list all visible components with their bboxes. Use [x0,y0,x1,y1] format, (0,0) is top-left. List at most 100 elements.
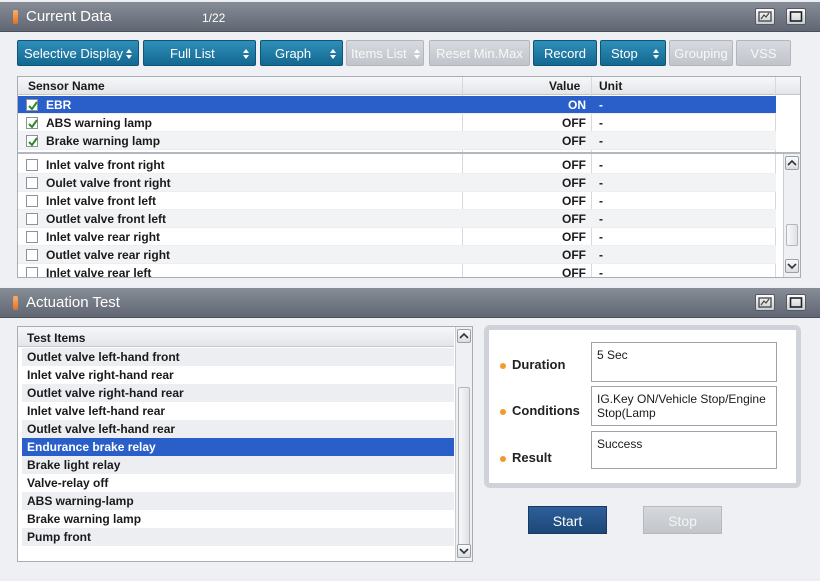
spinner-icon [243,49,249,59]
actuation-test-title: Actuation Test [26,294,120,311]
bullet-icon [500,455,506,462]
sensor-unit: - [599,116,603,130]
sensor-checkbox[interactable] [26,249,38,261]
actuation-detail-box: Duration 5 Sec Conditions IG.Key ON/Vehi… [484,325,801,488]
sensor-table: Sensor Name Value Unit EBR ON - ABS warn… [17,76,801,278]
scroll-thumb[interactable] [458,387,470,545]
test-item[interactable]: Pump front [22,528,454,546]
conditions-label: Conditions [500,403,580,418]
checkmark-icon [28,137,38,147]
value-column-header: Value [549,79,581,93]
start-button[interactable]: Start [528,506,607,534]
record-button[interactable]: Record [533,40,597,66]
actuation-test-titlebar: Actuation Test [0,288,820,318]
sensor-row[interactable]: Inlet valve front left OFF - [18,192,776,210]
duration-label: Duration [500,357,565,372]
sensor-name: Brake warning lamp [46,134,161,148]
sensor-value: OFF [562,248,586,262]
sensor-name: Outlet valve front left [46,212,167,226]
sensor-value: OFF [562,194,586,208]
sensor-value: OFF [562,266,586,278]
sensor-row[interactable]: Inlet valve front right OFF - [18,156,776,174]
sensor-table-scrollbar[interactable] [783,154,800,277]
sensor-unit: - [599,158,603,172]
sensor-unit: - [599,98,603,112]
reset-min-max-button[interactable]: Reset Min.Max [429,40,530,66]
current-data-titlebar: Current Data 1/22 [0,2,820,32]
sensor-name: Inlet valve rear left [46,266,152,278]
sensor-row[interactable]: Inlet valve rear left OFF - [18,264,776,278]
sensor-checkbox[interactable] [26,177,38,189]
test-item[interactable]: Brake warning lamp [22,510,454,528]
graph-button[interactable]: Graph [260,40,343,66]
test-item[interactable]: Brake light relay [22,456,454,474]
sensor-value: OFF [562,176,586,190]
scroll-down-icon[interactable] [785,259,799,273]
sensor-checkbox[interactable] [26,195,38,207]
sensor-row-brake-warning-lamp[interactable]: Brake warning lamp OFF - [18,132,776,150]
panel-maximize-icon[interactable] [786,294,806,311]
sensor-unit: - [599,176,603,190]
sensor-row[interactable]: Inlet valve rear right OFF - [18,228,776,246]
test-item[interactable]: ABS warning-lamp [22,492,454,510]
scroll-thumb[interactable] [786,224,798,246]
checkmark-icon [28,101,38,111]
sensor-unit: - [599,248,603,262]
sensor-name: Inlet valve front left [46,194,157,208]
selective-display-button[interactable]: Selective Display [17,40,139,66]
panel-maximize-icon[interactable] [786,8,806,25]
spinner-icon [330,49,336,59]
sensor-value: OFF [562,230,586,244]
checkmark-icon [28,119,38,129]
duration-field: 5 Sec [591,342,777,382]
test-item[interactable]: Inlet valve right-hand rear [22,366,454,384]
bullet-icon [500,362,506,369]
test-item[interactable]: Outlet valve left-hand rear [22,420,454,438]
panel-marker-icon [13,296,18,310]
sensor-checkbox[interactable] [26,135,38,147]
test-item[interactable]: Outlet valve left-hand front [22,348,454,366]
sensor-name: ABS warning lamp [46,116,153,130]
full-list-button[interactable]: Full List [143,40,256,66]
scroll-up-icon[interactable] [785,156,799,170]
items-list-button[interactable]: Items List [346,40,424,66]
test-item[interactable]: Valve-relay off [22,474,454,492]
sensor-checkbox[interactable] [26,159,38,171]
stop-button[interactable]: Stop [643,506,722,534]
test-item-selected[interactable]: Endurance brake relay [22,438,454,456]
sensor-row[interactable]: Outlet valve rear right OFF - [18,246,776,264]
panel-settings-icon[interactable] [755,8,775,25]
sensor-row[interactable]: Oulet valve front right OFF - [18,174,776,192]
sensor-value: OFF [562,116,586,130]
sensor-value: OFF [562,212,586,226]
test-items-header: Test Items [18,327,454,347]
sensor-checkbox[interactable] [26,267,38,277]
sensor-checkbox[interactable] [26,213,38,225]
scroll-down-icon[interactable] [457,544,471,558]
sensor-name: EBR [46,98,72,112]
grouping-button[interactable]: Grouping [669,40,733,66]
spinner-icon [653,49,659,59]
sensor-row-ebr[interactable]: EBR ON - [18,96,776,114]
sensor-name: Outlet valve rear right [46,248,171,262]
sensor-name: Oulet valve front right [46,176,171,190]
sensor-checkbox[interactable] [26,117,38,129]
test-items-scrollbar[interactable] [455,327,472,561]
sensor-unit: - [599,194,603,208]
vss-button[interactable]: VSS [736,40,791,66]
sensor-checkbox[interactable] [26,231,38,243]
sensor-value: OFF [562,134,586,148]
sensor-unit: - [599,212,603,226]
sensor-unit: - [599,230,603,244]
sensor-row-abs-warning-lamp[interactable]: ABS warning lamp OFF - [18,114,776,132]
test-item[interactable]: Inlet valve left-hand rear [22,402,454,420]
panel-settings-icon[interactable] [755,294,775,311]
panel-marker-icon [13,10,18,24]
sensor-checkbox[interactable] [26,99,38,111]
sensor-row[interactable]: Outlet valve front left OFF - [18,210,776,228]
test-item[interactable]: Outlet valve right-hand rear [22,384,454,402]
unit-column-header: Unit [599,79,623,93]
scroll-up-icon[interactable] [457,329,471,343]
stop-record-button[interactable]: Stop [600,40,666,66]
sensor-table-header: Sensor Name Value Unit [18,77,800,95]
